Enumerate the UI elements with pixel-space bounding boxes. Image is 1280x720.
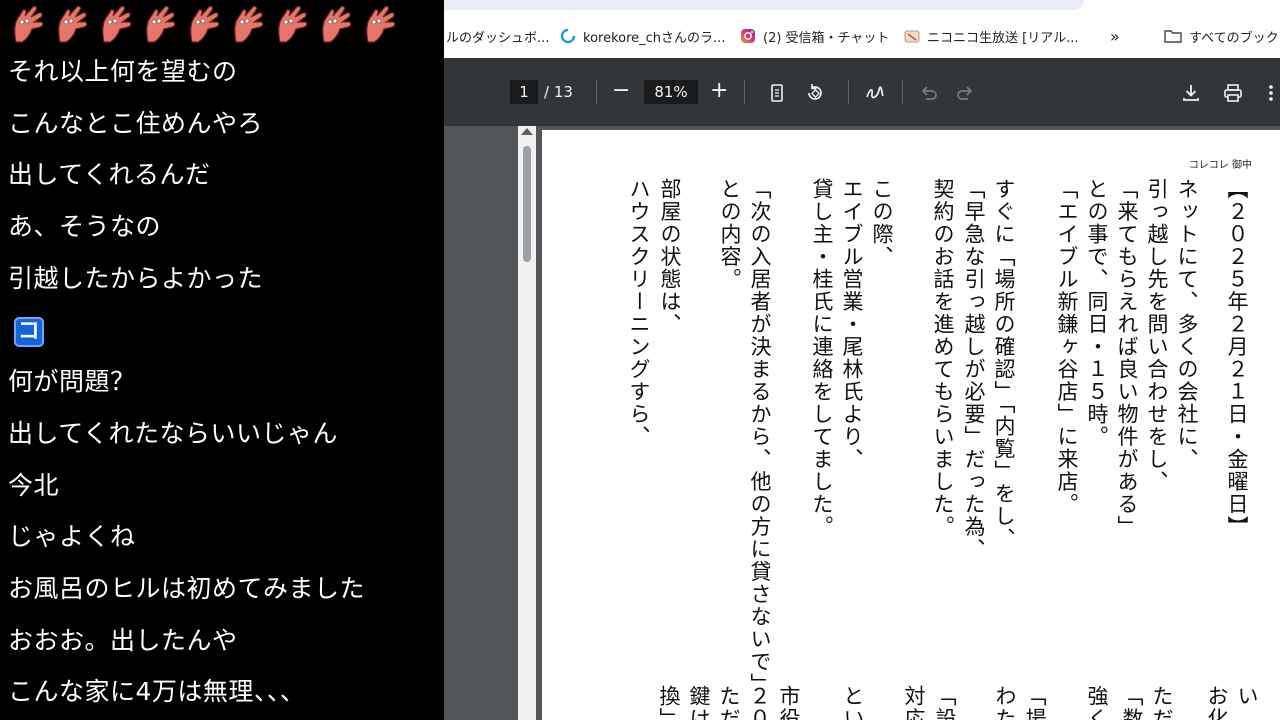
document-line: 「早急な引っ越しが必要」だった為、: [962, 178, 986, 561]
pdf-toolbar: 1 / 13 − 81% +: [444, 58, 1280, 126]
document-line-fragment: ２０: [747, 685, 771, 720]
scroll-up-arrow-icon[interactable]: [521, 128, 533, 135]
document-line-fragment: 強く: [1085, 685, 1109, 720]
draw-annotation-icon[interactable]: [864, 82, 886, 104]
radio-icon: [560, 28, 576, 44]
hand-stamp-icon: [322, 5, 352, 43]
comment-line: おおお。出したんや: [8, 625, 238, 655]
document-line: ネットにて、多くの会社に、: [1175, 178, 1199, 471]
toolbar-divider: [744, 80, 745, 104]
comment-line: お風呂のヒルは初めてみました: [8, 573, 366, 603]
comment-line: それ以上何を望むの: [8, 57, 238, 86]
document-line-fragment: とい: [841, 685, 865, 720]
folder-icon: [1164, 30, 1182, 43]
document-line: すぐに「場所の確認」「内覧」をし、: [992, 178, 1016, 550]
zoom-in-button[interactable]: +: [710, 78, 728, 103]
hand-stamp-icon: [366, 5, 396, 43]
fit-page-icon[interactable]: [766, 82, 788, 104]
document-line-fragment: わた: [993, 685, 1017, 720]
download-icon[interactable]: [1180, 82, 1202, 104]
address-bar[interactable]: [444, 0, 1084, 10]
document-line-fragment: 「数: [1120, 685, 1144, 720]
comment-list: それ以上何を望むの こんなとこ住めんやろ 出してくれるんだ あ、そうなの 引越し…: [8, 52, 438, 720]
document-line: 「次の入居者が決まるから、他の方に貸さないで」: [748, 178, 772, 696]
zoom-level-input[interactable]: 81%: [644, 80, 698, 104]
comment-panel: それ以上何を望むの こんなとこ住めんやろ 出してくれるんだ あ、そうなの 引越し…: [0, 0, 444, 720]
scrollbar-thumb[interactable]: [523, 146, 531, 262]
comment-line: 何が問題？: [8, 367, 136, 397]
document-line: 「来てもらえれば良い物件がある」: [1115, 178, 1139, 538]
document-line-fragment: お化: [1205, 685, 1229, 720]
document-line: との内容。: [718, 178, 742, 291]
document-line: エイブル営業・尾林氏より、: [840, 178, 864, 471]
comment-line: 出してくれたならいいじゃん: [8, 418, 339, 448]
document-line-fragment: 市役: [777, 685, 801, 720]
zoom-out-button[interactable]: −: [612, 78, 630, 103]
document-line: 契約のお話を進めてもらいました。: [931, 178, 955, 538]
document-line: 「エイブル新鎌ヶ谷店」に来店。: [1055, 178, 1079, 516]
toolbar-divider: [902, 80, 903, 104]
more-options-icon[interactable]: [1264, 82, 1278, 104]
bookmarks-bar: ルのダッシュボ... korekore_chさんのラ... (2) 受信箱・チャ…: [444, 0, 1280, 59]
document-line-fragment: い: [1235, 685, 1259, 708]
bookmark-instagram[interactable]: (2) 受信箱・チャット: [740, 26, 889, 46]
comment-line: 出してくれるんだ: [8, 160, 211, 190]
rotate-icon[interactable]: [804, 82, 826, 104]
document-line: この際、: [870, 178, 894, 268]
comment-line-badge: コ: [8, 310, 438, 362]
comment-line: 今北: [8, 470, 60, 500]
bookmark-dashboard[interactable]: ルのダッシュボ...: [446, 26, 549, 46]
niconico-ko-badge-icon: コ: [14, 317, 44, 348]
toolbar-divider: [848, 80, 849, 104]
pdf-page: コレコレ 御中 【２０２５年２月２１日・金曜日】 ネットにて、多くの会社に、 引…: [542, 130, 1280, 720]
document-line-fragment: ただ: [717, 685, 741, 720]
document-line: 貸し主・桂氏に連絡をしてました。: [810, 178, 834, 538]
document-line-fragment: 「場: [1023, 685, 1047, 720]
comment-line: こんな家に4万は無理、、、: [8, 677, 306, 707]
comment-line: じゃよくね: [8, 522, 136, 552]
print-icon[interactable]: [1222, 82, 1244, 104]
comment-line: こんなとこ住めんやろ: [8, 108, 264, 138]
stamp-row: [8, 2, 400, 44]
hand-stamp-icon: [146, 5, 176, 43]
hand-stamp-icon: [58, 5, 88, 43]
bookmarks-overflow-button[interactable]: »: [1110, 26, 1120, 46]
document-line: 部屋の状態は、: [658, 178, 682, 336]
document-line: ハウスクリーニングすら、: [627, 178, 651, 448]
browser-window: ルのダッシュボ... korekore_chさんのラ... (2) 受信箱・チャ…: [444, 0, 1280, 720]
hand-stamp-icon: [234, 5, 264, 43]
document-line: 引っ越し先を問い合わせをし、: [1145, 178, 1169, 493]
bookmark-korekore[interactable]: korekore_chさんのラ...: [560, 26, 725, 46]
instagram-icon: [741, 29, 755, 43]
niconico-icon: [904, 30, 920, 43]
bookmark-niconico-live[interactable]: ニコニコ生放送 [リアル...: [904, 26, 1078, 46]
comment-line: あ、そうなの: [8, 212, 162, 242]
toolbar-divider: [596, 80, 597, 104]
redo-icon[interactable]: [954, 82, 976, 104]
document-line-fragment: 「設: [933, 685, 957, 720]
hand-stamp-icon: [278, 5, 308, 43]
document-line-fragment: 鍵け: [687, 685, 711, 720]
hand-stamp-icon: [102, 5, 132, 43]
document-line-fragment: ただ: [1150, 685, 1174, 720]
document-line-fragment: 対応: [902, 685, 926, 720]
page-header: コレコレ 御中: [1188, 160, 1252, 171]
hand-stamp-icon: [190, 5, 220, 43]
hand-stamp-icon: [14, 5, 44, 43]
document-line: との事で、同日・１５時。: [1085, 178, 1109, 448]
document-line: 【２０２５年２月２１日・金曜日】: [1225, 178, 1249, 538]
pdf-viewport[interactable]: コレコレ 御中 【２０２５年２月２１日・金曜日】 ネットにて、多くの会社に、 引…: [444, 126, 1280, 720]
page-number-input[interactable]: 1: [510, 80, 538, 104]
document-line-fragment: 換」: [657, 685, 681, 720]
comment-line: 引越したからよかった: [8, 263, 264, 293]
page-total: / 13: [544, 83, 573, 101]
undo-icon[interactable]: [918, 82, 940, 104]
bookmark-all-bookmarks[interactable]: すべてのブックマ: [1164, 26, 1280, 46]
